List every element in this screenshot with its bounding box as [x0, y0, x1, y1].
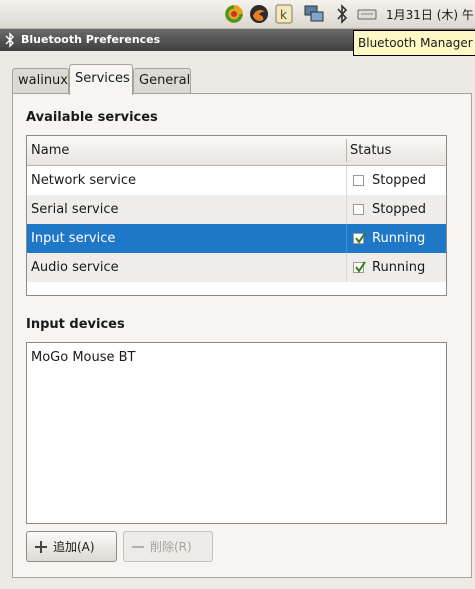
status-checkbox[interactable] — [353, 261, 366, 273]
service-status: Stopped — [372, 202, 427, 217]
services-list[interactable]: Name Status Network service Stopped Seri… — [26, 135, 447, 296]
tooltip: Bluetooth Manager — [353, 30, 475, 56]
plus-icon — [33, 539, 49, 555]
check-icon — [355, 261, 366, 273]
service-status: Running — [372, 231, 426, 246]
svg-text:k: k — [280, 8, 287, 22]
tab-services[interactable]: Services — [69, 64, 133, 95]
status-checkbox[interactable] — [353, 175, 364, 186]
add-button[interactable]: 追加(A) — [26, 531, 117, 562]
column-separator — [346, 139, 347, 162]
column-separator — [346, 195, 347, 224]
tab-walinux[interactable]: walinux — [12, 68, 69, 94]
bluetooth-tray-icon[interactable] — [331, 3, 353, 25]
window-title: Bluetooth Preferences — [21, 33, 161, 46]
network-icon[interactable] — [303, 3, 325, 25]
tab-general[interactable]: General — [133, 68, 191, 94]
column-separator — [346, 224, 347, 253]
column-header-status[interactable]: Status — [350, 143, 391, 158]
table-row-selected[interactable]: Input service Running — [27, 224, 446, 253]
status-checkbox[interactable] — [353, 232, 366, 244]
status-checkbox[interactable] — [353, 204, 364, 215]
table-row[interactable]: Audio service Running — [27, 253, 446, 282]
swirl-app-icon[interactable] — [223, 3, 245, 25]
column-separator — [346, 253, 347, 282]
service-status: Running — [372, 260, 426, 275]
available-services-title: Available services — [26, 110, 158, 125]
table-row[interactable]: Serial service Stopped — [27, 195, 446, 224]
list-header: Name Status — [27, 136, 446, 166]
list-item[interactable]: MoGo Mouse BT — [31, 350, 136, 365]
column-header-name[interactable]: Name — [31, 143, 69, 158]
check-icon — [355, 232, 366, 244]
keyboard-indicator-icon[interactable] — [356, 3, 378, 25]
top-panel: k 1月31日 (木) 午 — [0, 0, 475, 29]
firefox-icon[interactable] — [248, 3, 270, 25]
service-name: Input service — [31, 231, 116, 246]
service-name: Serial service — [31, 202, 119, 217]
table-row[interactable]: Network service Stopped — [27, 166, 446, 195]
service-name: Network service — [31, 173, 136, 188]
add-button-label: 追加(A) — [53, 540, 95, 554]
remove-button-label: 削除(R) — [150, 540, 192, 554]
keyboard-k-icon[interactable]: k — [273, 3, 295, 25]
service-status: Stopped — [372, 173, 427, 188]
minus-icon — [130, 539, 146, 555]
panel-clock[interactable]: 1月31日 (木) 午 — [386, 6, 474, 23]
column-separator — [346, 166, 347, 195]
services-page: Available services Name Status Network s… — [12, 93, 472, 578]
input-devices-list[interactable]: MoGo Mouse BT — [26, 342, 447, 524]
input-devices-title: Input devices — [26, 317, 125, 332]
remove-button[interactable]: 削除(R) — [123, 531, 213, 562]
bluetooth-icon — [4, 32, 16, 51]
service-name: Audio service — [31, 260, 119, 275]
